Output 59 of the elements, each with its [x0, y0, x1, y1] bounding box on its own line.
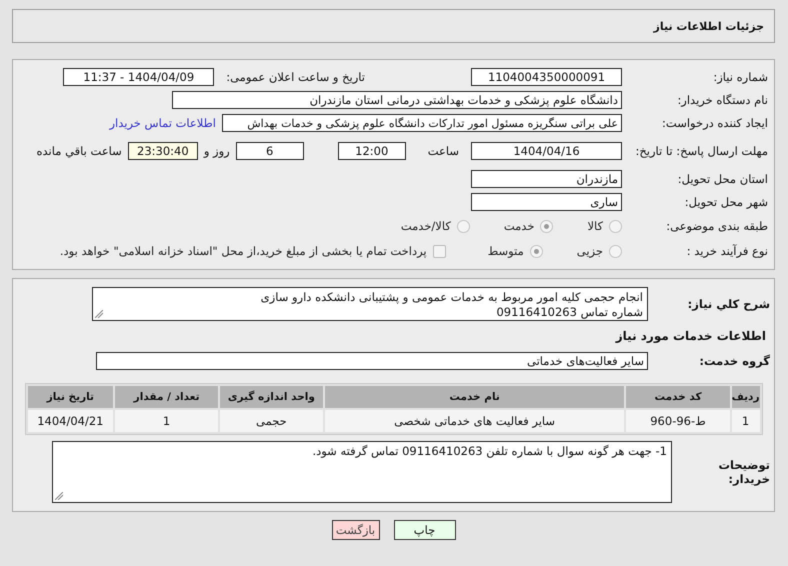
- column-header: کد خدمت: [626, 386, 730, 408]
- buyer-field: دانشگاه علوم پزشکی و خدمات بهداشتی درمانی استان مازندران: [172, 91, 622, 109]
- field-label: ساعت: [428, 144, 459, 158]
- field-label: شرح کلي نياز:: [686, 296, 770, 312]
- table-cell: سایر فعالیت های خدماتی شخصی: [324, 410, 624, 432]
- table-cell: 1: [115, 410, 218, 432]
- radio-button[interactable]: [530, 244, 543, 258]
- checkbox-label: پرداخت تمام یا بخشی از مبلغ خرید،از محل "اسناد خزانه اسلامی" خواهد بود.: [60, 244, 427, 258]
- province-field: مازندران: [471, 170, 622, 188]
- days-left-field: 6: [236, 142, 304, 160]
- buyer-contact-link[interactable]: اطلاعات تماس خریدار: [109, 116, 216, 130]
- field-label: مهلت ارسال پاسخ: تا تاریخ:: [634, 144, 768, 158]
- table-cell: ط-96-960: [626, 410, 730, 432]
- field-label: طبقه بندی موضوعی:: [665, 218, 768, 234]
- checkbox[interactable]: [432, 244, 446, 258]
- table-cell: 1404/04/21: [28, 410, 114, 432]
- radio-button[interactable]: [609, 220, 622, 232]
- resize-grip-icon[interactable]: [95, 310, 103, 318]
- field-label: روز و: [204, 144, 230, 158]
- deadline-date-field: 1404/04/16: [471, 142, 622, 160]
- table-cell: حجمی: [220, 410, 323, 432]
- field-label: نام دستگاه خریدار:: [676, 92, 768, 108]
- radio-label: جزیی: [576, 244, 603, 258]
- page-title: جزئیات اطلاعات نیاز: [654, 20, 764, 32]
- field-label: شهر محل تحویل:: [684, 194, 768, 210]
- radio-label: خدمت: [504, 219, 534, 233]
- radio-label: کالا/خدمت: [400, 219, 451, 233]
- creator-field: علی براتی سنگریزه مسئول امور تدارکات دانشگاه علوم پزشکی و خدمات بهداش: [222, 114, 622, 132]
- column-header: واحد اندازه گیری: [220, 386, 323, 408]
- time-left-field: 23:30:40: [128, 142, 198, 160]
- field-label: ایجاد کننده درخواست:: [661, 116, 768, 130]
- field-label: شماره نیاز:: [712, 70, 768, 84]
- deadline-time-field: 12:00: [338, 142, 406, 160]
- radio-label: متوسط: [488, 244, 524, 258]
- field-label: تاریخ و ساعت اعلان عمومی:: [226, 70, 365, 84]
- column-header: ردیف: [732, 386, 760, 408]
- column-header: نام خدمت: [324, 386, 624, 408]
- print-button[interactable]: چاپ: [394, 520, 456, 540]
- radio-button[interactable]: [456, 220, 470, 232]
- table-cell: 1: [732, 410, 760, 432]
- field-label: توضیحات خریدار:: [718, 458, 770, 486]
- column-header: تاریخ نیاز: [28, 386, 114, 408]
- column-header: تعداد / مقدار: [115, 386, 218, 408]
- city-field: ساری: [471, 193, 622, 211]
- radio-label: کالا: [587, 219, 603, 233]
- radio-button[interactable]: [609, 244, 622, 258]
- field-label: ساعت باقي مانده: [36, 144, 122, 158]
- field-label: استان محل تحویل:: [676, 172, 768, 186]
- resize-grip-icon[interactable]: [55, 492, 63, 500]
- field-label: نوع فرآیند خرید :: [686, 244, 768, 258]
- section-title: اطلاعات خدمات مورد نیاز: [614, 328, 767, 345]
- need-number-field: 1104004350000091: [471, 68, 622, 86]
- radio-button[interactable]: [540, 220, 554, 232]
- service-group-field: سایر فعالیت‌های خدماتی: [96, 352, 648, 370]
- description-text-area[interactable]: انجام حجمی کلیه امور مربوط به خدمات عمومی و پشتیبانی دانشکده دارو سازی شماره تماس 09116410263: [92, 287, 648, 321]
- buyer-notes-text-area[interactable]: 1- جهت هر گونه سوال با شماره تلفن 09116410263 تماس گرفته شود.: [52, 441, 672, 503]
- announce-date-field: 1404/04/09 - 11:37: [63, 68, 214, 86]
- field-label: گروه خدمت:: [698, 354, 770, 368]
- back-button[interactable]: بازگشت: [332, 520, 380, 540]
